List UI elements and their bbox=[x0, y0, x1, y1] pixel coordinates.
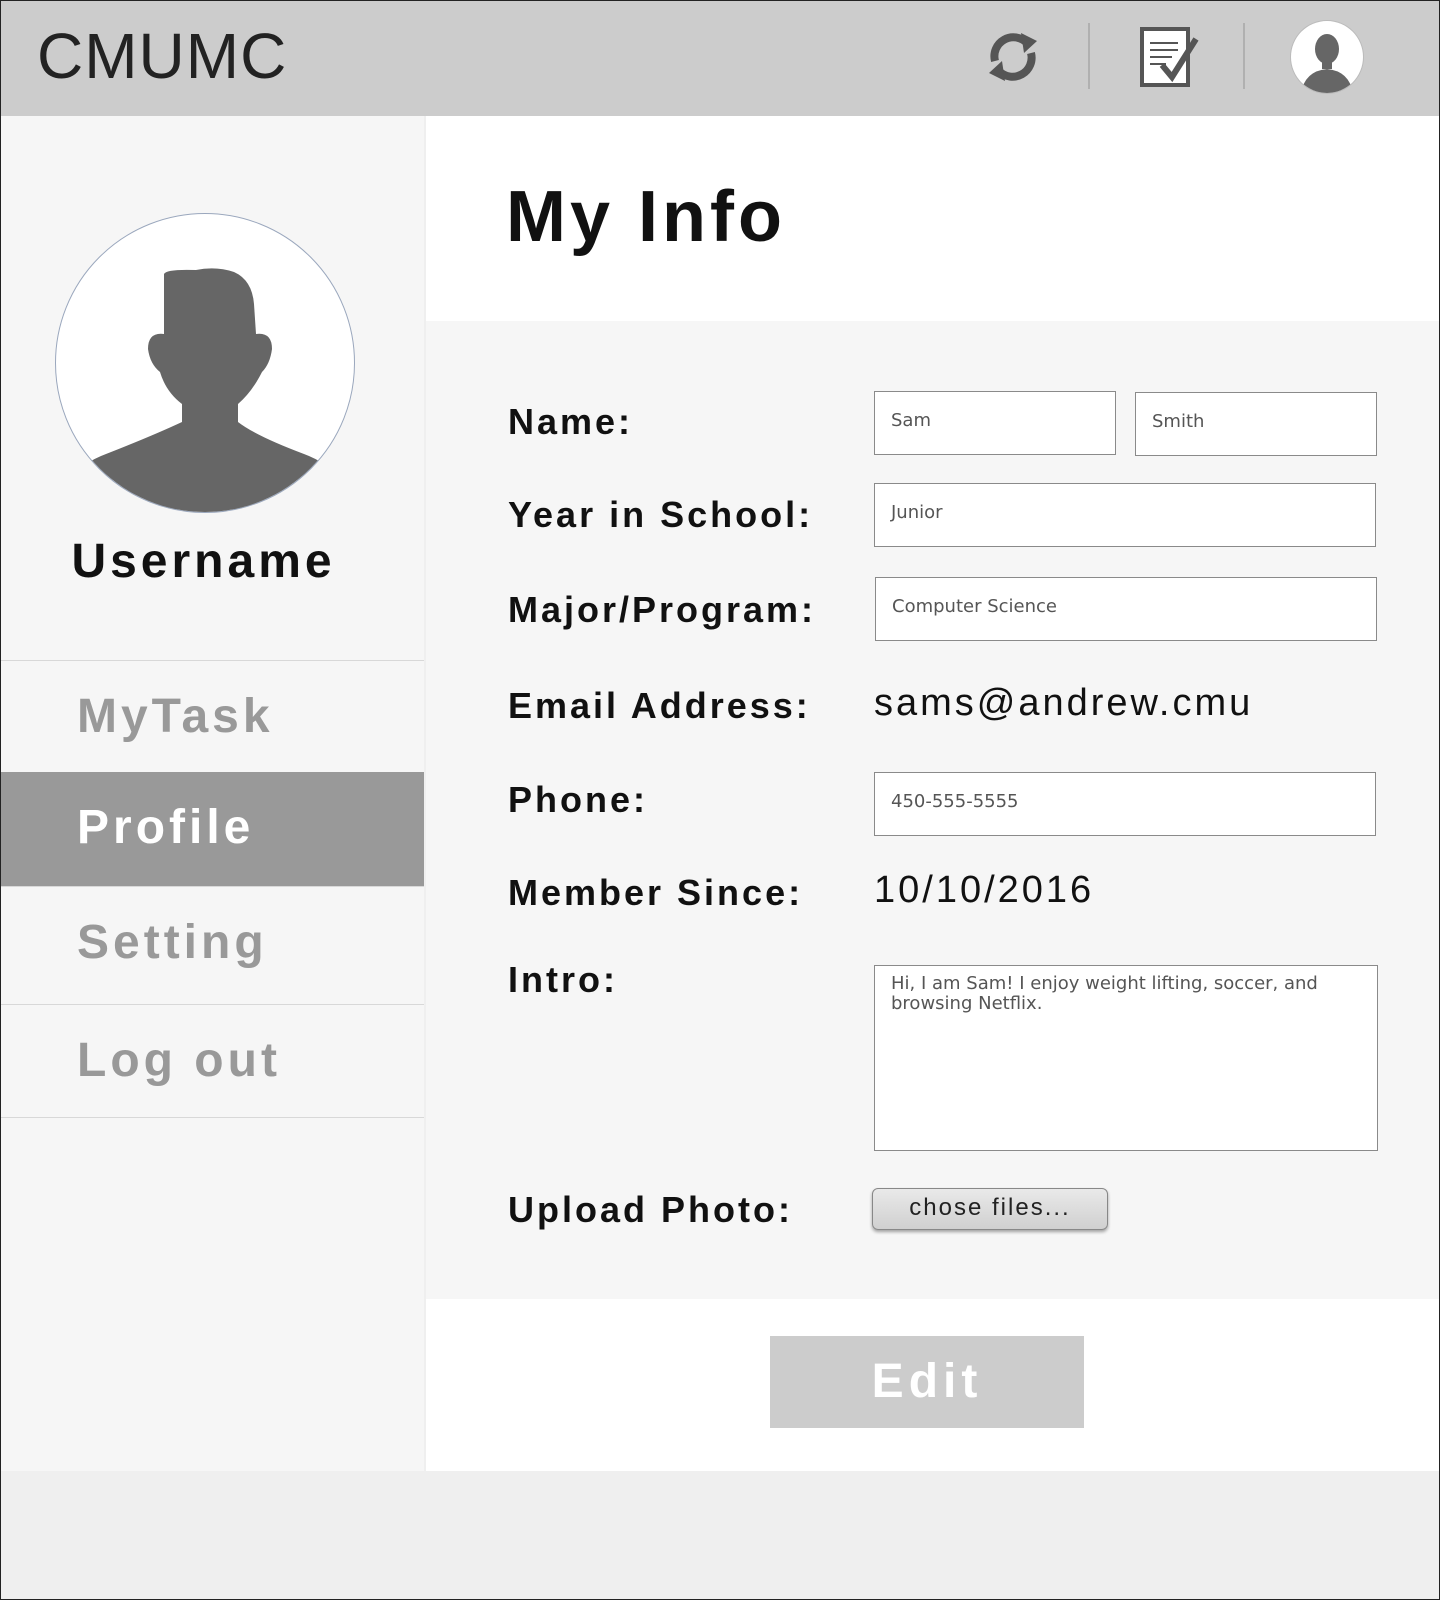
header-divider bbox=[1243, 23, 1245, 89]
nav-item-mytask[interactable]: MyTask bbox=[1, 660, 424, 774]
nav-item-label: Log out bbox=[77, 1034, 281, 1087]
phone-label: Phone: bbox=[508, 779, 648, 820]
username-label: Username bbox=[71, 535, 336, 588]
task-checklist-icon[interactable] bbox=[1132, 21, 1204, 93]
sidebar: Username MyTask Profile Setting Log out bbox=[1, 116, 424, 1471]
upload-photo-label: Upload Photo: bbox=[508, 1189, 793, 1230]
nav-item-profile[interactable]: Profile bbox=[1, 772, 424, 886]
major-field[interactable]: Computer Science bbox=[875, 577, 1377, 641]
profile-avatar bbox=[55, 213, 355, 513]
member-since-label: Member Since: bbox=[508, 872, 804, 913]
intro-textarea[interactable]: Hi, I am Sam! I enjoy weight lifting, so… bbox=[874, 965, 1378, 1151]
app-window: CMUMC Username MyTask Profile Setting Lo… bbox=[0, 0, 1440, 1600]
edit-button[interactable]: Edit bbox=[770, 1336, 1084, 1428]
sync-icon[interactable] bbox=[977, 21, 1049, 93]
last-name-field[interactable]: Smith bbox=[1135, 392, 1377, 456]
page-header: My Info bbox=[426, 116, 1439, 321]
nav-item-label: Setting bbox=[77, 916, 268, 969]
user-avatar-icon[interactable] bbox=[1291, 21, 1363, 93]
year-label: Year in School: bbox=[508, 494, 814, 535]
top-bar: CMUMC bbox=[1, 1, 1439, 116]
nav-item-setting[interactable]: Setting bbox=[1, 886, 424, 1000]
major-label: Major/Program: bbox=[508, 589, 817, 630]
first-name-field[interactable]: Sam bbox=[874, 391, 1116, 455]
page-title: My Info bbox=[506, 177, 786, 257]
email-value: sams@andrew.cmu bbox=[874, 682, 1254, 724]
brand-logo[interactable]: CMUMC bbox=[37, 19, 287, 93]
email-label: Email Address: bbox=[508, 685, 811, 726]
nav-item-logout[interactable]: Log out bbox=[1, 1004, 424, 1118]
nav-item-label: MyTask bbox=[77, 690, 274, 743]
profile-form: Name: Sam Smith Year in School: Junior M… bbox=[426, 321, 1439, 1299]
nav-item-label: Profile bbox=[77, 801, 255, 854]
choose-files-button[interactable]: chose files... bbox=[872, 1188, 1108, 1230]
name-label: Name: bbox=[508, 401, 634, 442]
intro-label: Intro: bbox=[508, 959, 618, 1000]
phone-field[interactable]: 450-555-5555 bbox=[874, 772, 1376, 836]
form-actions: Edit bbox=[426, 1299, 1439, 1471]
member-since-value: 10/10/2016 bbox=[874, 869, 1095, 911]
year-field[interactable]: Junior bbox=[874, 483, 1376, 547]
header-divider bbox=[1088, 23, 1090, 89]
